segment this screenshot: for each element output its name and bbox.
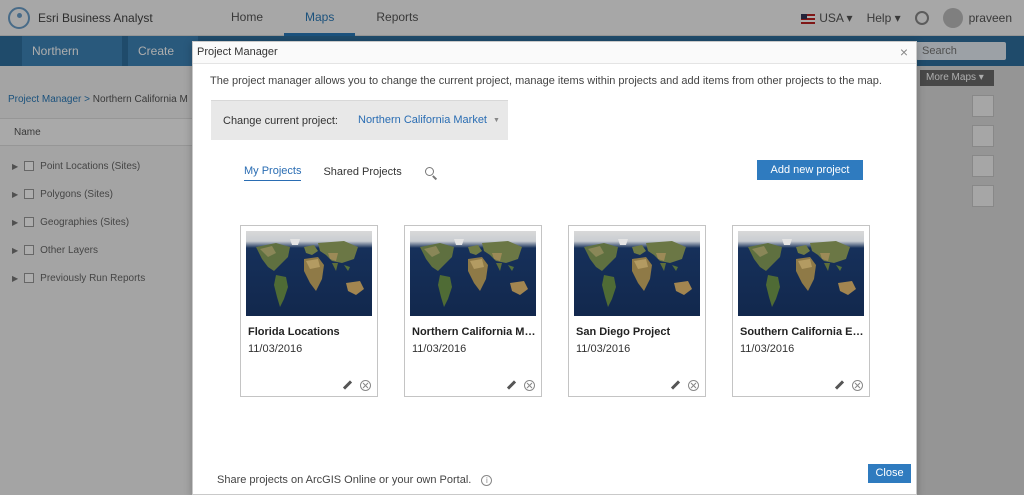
project-date: 11/03/2016 — [412, 343, 467, 355]
card-actions — [834, 380, 863, 391]
project-card[interactable]: Northern California Mar... 11/03/2016 — [404, 225, 542, 397]
project-date: 11/03/2016 — [576, 343, 631, 355]
current-project-panel: Change current project: Northern Califor… — [211, 100, 508, 140]
dialog-description: The project manager allows you to change… — [210, 75, 882, 87]
share-info: Share projects on ArcGIS Online or your … — [217, 474, 493, 486]
caret-down-icon: ▼ — [493, 116, 500, 124]
tab-my-projects[interactable]: My Projects — [244, 165, 302, 181]
project-card[interactable]: San Diego Project 11/03/2016 — [568, 225, 706, 397]
project-card[interactable]: Southern California Exp... 11/03/2016 — [732, 225, 870, 397]
world-map-thumbnail — [738, 231, 864, 316]
dialog-title: Project Manager — [197, 46, 278, 58]
edit-pencil-icon[interactable] — [670, 380, 681, 391]
project-manager-dialog: Project Manager × The project manager al… — [192, 41, 917, 495]
project-date: 11/03/2016 — [740, 343, 795, 355]
add-new-project-button[interactable]: Add new project — [757, 160, 863, 180]
change-project-label: Change current project: — [223, 115, 338, 127]
project-title: San Diego Project — [576, 326, 671, 338]
delete-circle-x-icon[interactable] — [852, 380, 863, 391]
project-title: Southern California Exp... — [740, 326, 864, 338]
project-title: Northern California Mar... — [412, 326, 536, 338]
current-project-dropdown[interactable]: Northern California Market ▼ — [358, 114, 500, 126]
delete-circle-x-icon[interactable] — [688, 380, 699, 391]
world-map-thumbnail — [246, 231, 372, 316]
project-date: 11/03/2016 — [248, 343, 303, 355]
close-icon[interactable]: × — [900, 44, 908, 60]
close-button[interactable]: Close — [868, 464, 911, 483]
tab-shared-projects[interactable]: Shared Projects — [323, 166, 401, 181]
card-actions — [670, 380, 699, 391]
share-info-text: Share projects on ArcGIS Online or your … — [217, 474, 472, 486]
edit-pencil-icon[interactable] — [506, 380, 517, 391]
world-map-thumbnail — [410, 231, 536, 316]
world-map-thumbnail — [574, 231, 700, 316]
project-tabs: My Projects Shared Projects — [244, 165, 438, 181]
delete-circle-x-icon[interactable] — [360, 380, 371, 391]
dialog-header: Project Manager × — [193, 42, 916, 64]
delete-circle-x-icon[interactable] — [524, 380, 535, 391]
card-actions — [506, 380, 535, 391]
card-actions — [342, 380, 371, 391]
project-cards: Florida Locations 11/03/2016 Northern Ca… — [240, 225, 870, 397]
info-icon[interactable]: i — [481, 474, 493, 486]
search-icon[interactable] — [424, 166, 438, 180]
project-card[interactable]: Florida Locations 11/03/2016 — [240, 225, 378, 397]
project-title: Florida Locations — [248, 326, 340, 338]
edit-pencil-icon[interactable] — [834, 380, 845, 391]
edit-pencil-icon[interactable] — [342, 380, 353, 391]
